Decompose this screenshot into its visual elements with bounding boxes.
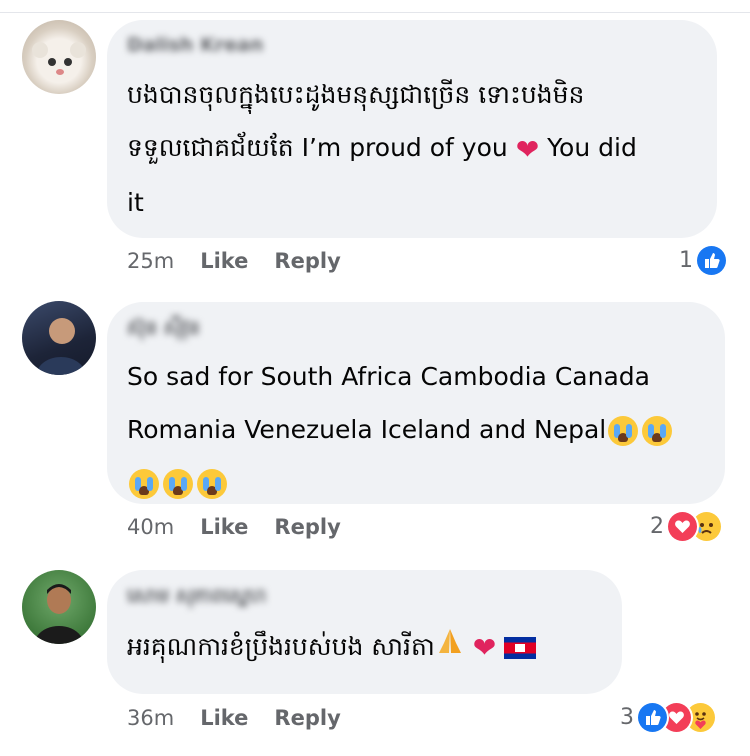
crying-emoji <box>163 469 193 499</box>
cambodia-flag-emoji <box>504 637 537 659</box>
reply-button[interactable]: Reply <box>274 249 340 273</box>
avatar[interactable] <box>22 301 96 375</box>
like-reaction-icon <box>697 246 726 275</box>
reply-button[interactable]: Reply <box>274 706 340 730</box>
reaction-count: 1 <box>679 248 693 273</box>
crying-emoji <box>129 469 159 499</box>
comment-meta: 40m Like Reply <box>127 515 341 539</box>
avatar-image <box>34 584 84 644</box>
divider <box>0 12 750 13</box>
comment-time[interactable]: 40m <box>127 515 174 539</box>
red-heart-emoji: ❤ <box>472 631 497 664</box>
reaction-summary[interactable]: 3 <box>620 703 715 732</box>
comment-line-text: ទទួលជោគជ័យតែ I’m proud of you <box>127 133 508 162</box>
comment-time[interactable]: 36m <box>127 706 174 730</box>
like-button[interactable]: Like <box>200 249 248 273</box>
comment-time[interactable]: 25m <box>127 249 174 273</box>
like-button[interactable]: Like <box>200 515 248 539</box>
crying-emoji <box>642 416 673 446</box>
avatar[interactable] <box>22 20 96 94</box>
comment-author[interactable]: សោម សុភាពស្នេហ <box>127 584 266 612</box>
avatar[interactable] <box>22 570 96 644</box>
comment-line: បងបានចុលក្នុងបេះដូងមនុស្សជាច្រើន ទោះបងមិ… <box>127 80 585 109</box>
comment-line <box>127 456 674 509</box>
comment-text: អរគុណការខំប្រឹងរបស់បង សារីតា ❤ <box>127 622 537 673</box>
comment-text: បងបានចុលក្នុងបេះដូងមនុស្សជាច្រើន ទោះបងមិ… <box>127 68 637 229</box>
comment-bubble: ស៊ុន ស៊ីវុន So sad for South Africa Camb… <box>107 302 725 504</box>
like-reaction-icon <box>638 703 667 732</box>
crying-emoji <box>197 469 227 499</box>
reaction-count: 3 <box>620 705 634 730</box>
reply-button[interactable]: Reply <box>274 515 340 539</box>
comment-line: So sad for South Africa Cambodia Canada <box>127 362 650 391</box>
comment-line-text: Romania Venezuela Iceland and Nepal <box>127 415 607 444</box>
comment-text: So sad for South Africa Cambodia Canada … <box>127 350 674 509</box>
comment-line: អរគុណការខំប្រឹងរបស់បង សារីតា ❤ <box>127 622 537 673</box>
comment-line: it <box>127 187 144 217</box>
comment-line: Romania Venezuela Iceland and Nepal <box>127 403 674 456</box>
reaction-summary[interactable]: 1 <box>679 246 726 275</box>
comment-line-text: អរគុណការខំប្រឹងរបស់បង សារីតា <box>127 632 435 661</box>
red-heart-emoji: ❤ <box>515 132 540 166</box>
comment-bubble: សោម សុភាពស្នេហ អរគុណការខំប្រឹងរបស់បង សារ… <box>107 570 622 694</box>
avatar-image <box>36 318 86 375</box>
love-reaction-icon <box>668 512 697 541</box>
reaction-summary[interactable]: 2 <box>650 512 721 541</box>
reaction-count: 2 <box>650 514 664 539</box>
praying-hands-emoji <box>435 623 465 673</box>
comment-bubble: Dalish Krean បងបានចុលក្នុងបេះដូងមនុស្សជា… <box>107 20 717 238</box>
like-button[interactable]: Like <box>200 706 248 730</box>
comment-line: ទទួលជោគជ័យតែ I’m proud of you ❤ You did <box>127 121 637 176</box>
avatar-image <box>32 42 86 75</box>
comment-meta: 25m Like Reply <box>127 249 341 273</box>
comment-author[interactable]: Dalish Krean <box>127 34 263 56</box>
comment-meta: 36m Like Reply <box>127 706 341 730</box>
comment-author[interactable]: ស៊ុន ស៊ីវុន <box>127 316 200 344</box>
crying-emoji <box>608 416 639 446</box>
comment-line-tail: You did <box>547 133 637 162</box>
